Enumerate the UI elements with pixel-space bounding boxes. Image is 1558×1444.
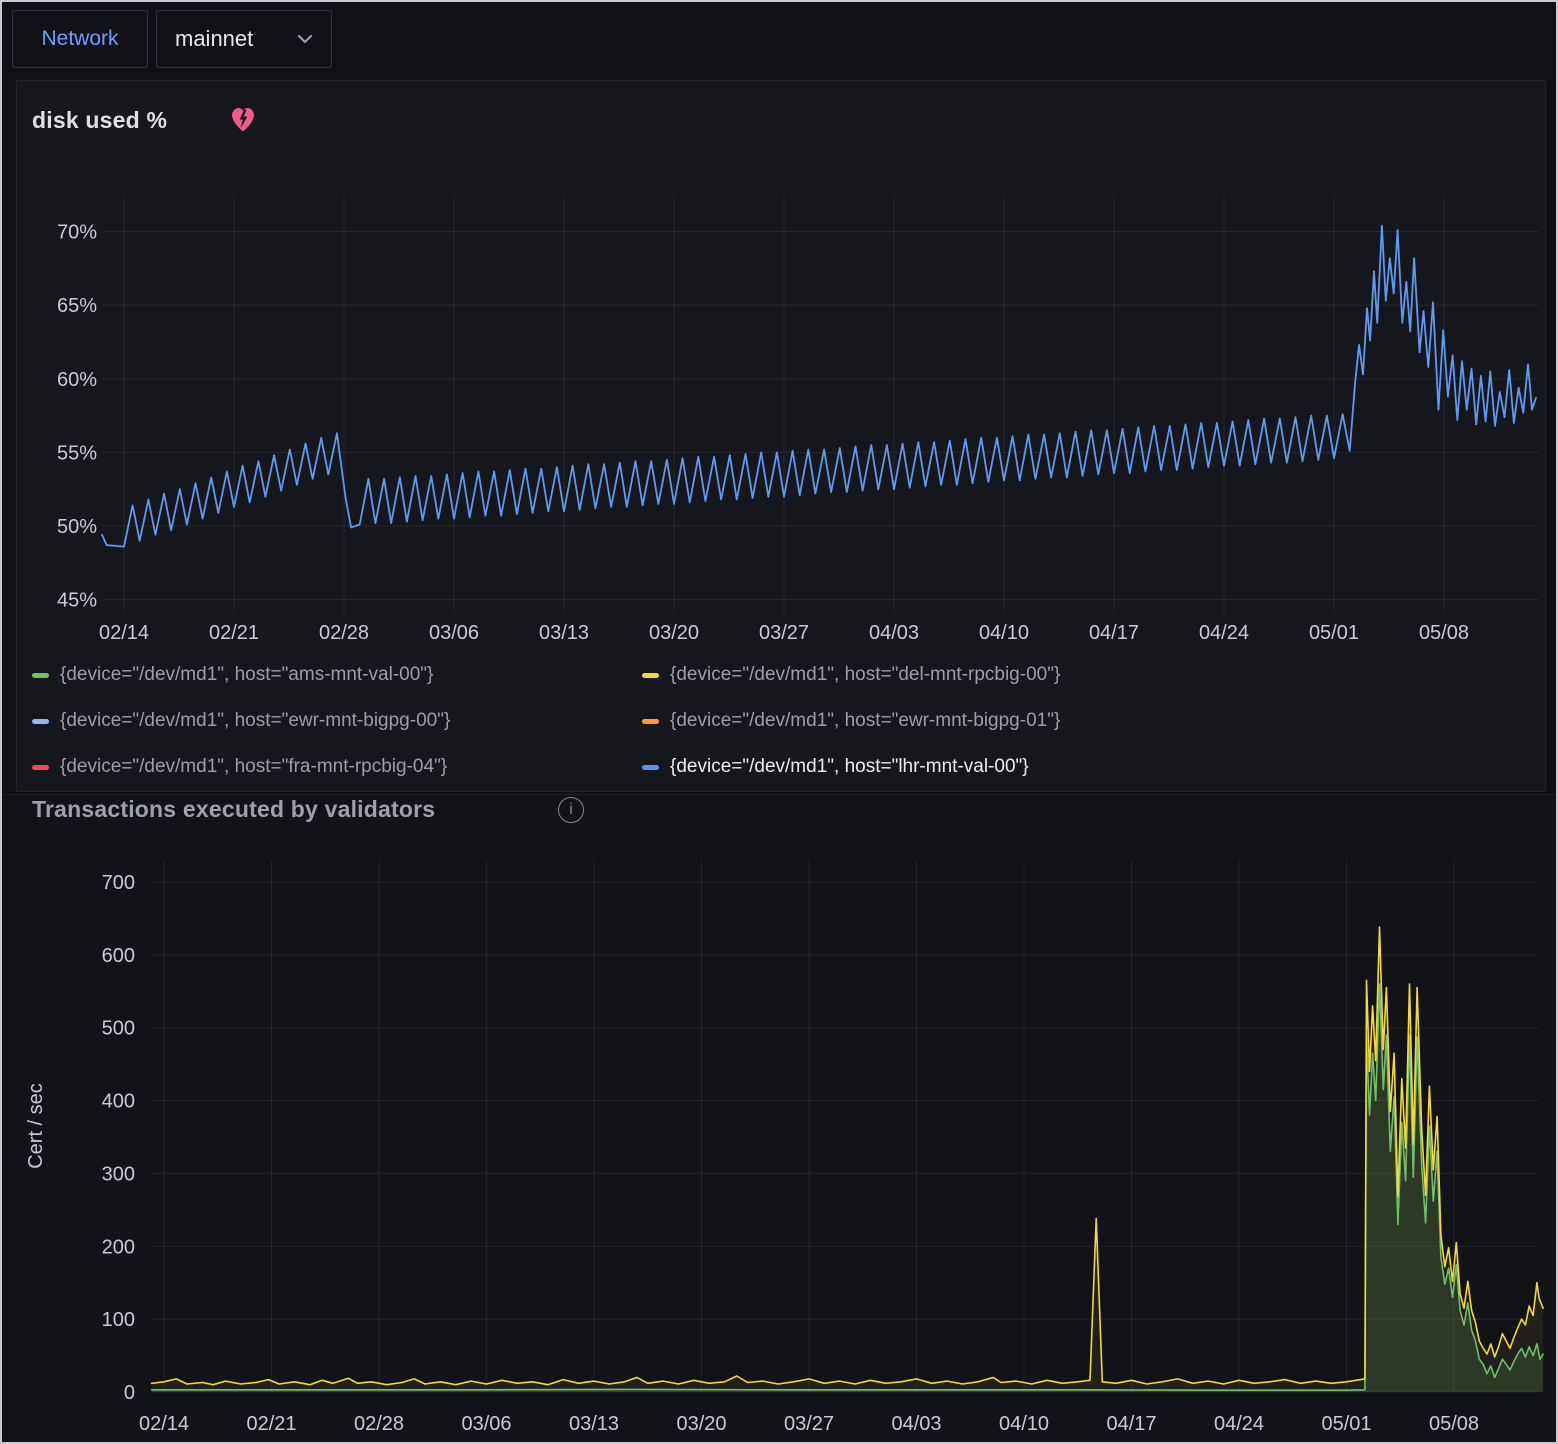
x-axis-tick-label: 05/01 [1321, 1413, 1371, 1435]
y-axis-tick-label: 60% [57, 369, 97, 391]
x-axis-tick-label: 04/10 [979, 622, 1029, 644]
legend-label: {device="/dev/md1", host="del-mnt-rpcbig… [670, 664, 1060, 686]
broken-heart-icon[interactable] [228, 104, 258, 133]
legend-label: {device="/dev/md1", host="fra-mnt-rpcbig… [60, 756, 447, 778]
x-axis-tick-label: 03/13 [539, 622, 589, 644]
y-axis-title: Cert / sec [25, 1083, 47, 1169]
x-axis-tick-label: 03/13 [569, 1413, 619, 1435]
legend-swatch-icon [32, 673, 49, 678]
x-axis-tick-label: 02/28 [354, 1413, 404, 1435]
x-axis-tick-label: 02/14 [99, 622, 149, 644]
legend-swatch-icon [642, 765, 659, 770]
x-axis-tick-label: 03/27 [784, 1413, 834, 1435]
x-axis-tick-label: 04/24 [1199, 622, 1249, 644]
plot-area[interactable] [152, 860, 1539, 1392]
disk-used-chart[interactable]: 45% 50% 55% 60% 65% 70% 02/14 02/21 02/28 03/06 03… [2, 152, 1558, 657]
network-variable-dropdown[interactable]: mainnet [156, 10, 332, 68]
x-axis-tick-label: 02/28 [319, 622, 369, 644]
legend-swatch-icon [642, 719, 659, 724]
transactions-chart[interactable]: 0 100 200 300 400 500 600 700 02/14 02/21 02/28 03/… [2, 842, 1558, 1444]
plot-area[interactable] [102, 195, 1539, 614]
x-axis-tick-label: 05/08 [1419, 622, 1469, 644]
legend-item[interactable]: {device="/dev/md1", host="ewr-mnt-bigpg-… [32, 698, 642, 744]
legend-label: {device="/dev/md1", host="ewr-mnt-bigpg-… [60, 710, 450, 732]
disk-chart-legend: {device="/dev/md1", host="ams-mnt-val-00… [32, 652, 1432, 790]
x-axis-tick-label: 04/24 [1214, 1413, 1264, 1435]
info-icon[interactable]: i [558, 797, 584, 823]
y-axis-tick-label: 400 [102, 1091, 135, 1113]
x-axis-tick-label: 02/21 [209, 622, 259, 644]
x-axis-tick-label: 03/20 [676, 1413, 726, 1435]
network-label: Network [41, 27, 118, 51]
x-axis-tick-label: 05/01 [1309, 622, 1359, 644]
y-axis-tick-label: 55% [57, 442, 97, 464]
legend-item[interactable]: {device="/dev/md1", host="del-mnt-rpcbig… [642, 652, 1432, 698]
legend-item[interactable]: {device="/dev/md1", host="lhr-mnt-val-00… [642, 744, 1432, 790]
legend-swatch-icon [642, 673, 659, 678]
y-axis-tick-label: 200 [102, 1236, 135, 1258]
y-axis-tick-label: 50% [57, 516, 97, 538]
y-axis-tick-label: 65% [57, 295, 97, 317]
disk-panel-title[interactable]: disk used % [32, 107, 167, 134]
legend-item[interactable]: {device="/dev/md1", host="fra-mnt-rpcbig… [32, 744, 642, 790]
y-axis-tick-label: 100 [102, 1309, 135, 1331]
grafana-dashboard: Network mainnet disk used % {device="/de… [0, 0, 1558, 1444]
legend-item[interactable]: {device="/dev/md1", host="ams-mnt-val-00… [32, 652, 642, 698]
x-axis-tick-label: 03/20 [649, 622, 699, 644]
x-axis-tick-label: 04/03 [869, 622, 919, 644]
chevron-down-icon [297, 34, 313, 44]
y-axis-tick-label: 0 [124, 1382, 135, 1404]
x-axis-tick-label: 05/08 [1429, 1413, 1479, 1435]
y-axis-tick-label: 500 [102, 1018, 135, 1040]
x-axis-tick-label: 03/06 [429, 622, 479, 644]
x-axis-tick-label: 04/10 [999, 1413, 1049, 1435]
y-axis-tick-label: 45% [57, 590, 97, 612]
x-axis-tick-label: 04/17 [1089, 622, 1139, 644]
legend-label: {device="/dev/md1", host="ams-mnt-val-00… [60, 664, 433, 686]
y-axis-tick-label: 600 [102, 945, 135, 967]
x-axis-tick-label: 02/21 [246, 1413, 296, 1435]
x-axis-tick-label: 03/27 [759, 622, 809, 644]
x-axis-tick-label: 03/06 [461, 1413, 511, 1435]
legend-swatch-icon [32, 765, 49, 770]
network-variable-value: mainnet [175, 26, 253, 52]
legend-label: {device="/dev/md1", host="ewr-mnt-bigpg-… [670, 710, 1060, 732]
x-axis-tick-label: 04/17 [1106, 1413, 1156, 1435]
x-axis-tick-label: 02/14 [139, 1413, 189, 1435]
network-variable-label: Network [12, 10, 148, 68]
x-axis-tick-label: 04/03 [891, 1413, 941, 1435]
y-axis-tick-label: 700 [102, 872, 135, 894]
y-axis-tick-label: 70% [57, 222, 97, 244]
legend-item[interactable]: {device="/dev/md1", host="ewr-mnt-bigpg-… [642, 698, 1432, 744]
tx-panel-title[interactable]: Transactions executed by validators [32, 796, 435, 823]
y-axis-tick-label: 300 [102, 1163, 135, 1185]
legend-swatch-icon [32, 719, 49, 724]
legend-label: {device="/dev/md1", host="lhr-mnt-val-00… [670, 756, 1029, 778]
